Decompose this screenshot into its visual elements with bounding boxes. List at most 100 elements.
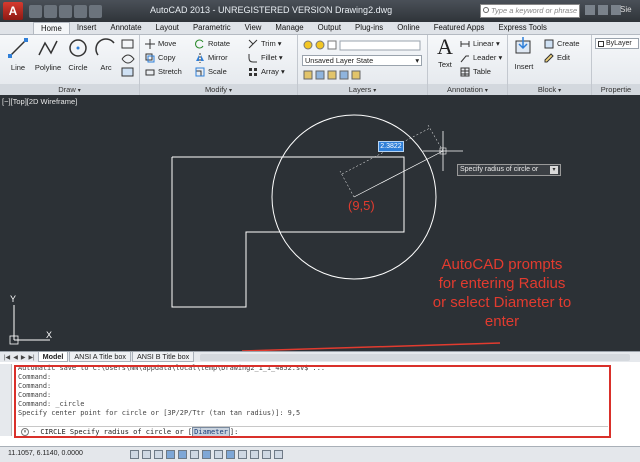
properties-panel-title[interactable]: Propertie [592, 84, 640, 95]
tab-view[interactable]: View [238, 22, 269, 34]
fillet-button[interactable]: Fillet ▾ [248, 52, 283, 64]
line-tool-button[interactable]: Line [4, 37, 32, 72]
quick-properties-icon[interactable] [262, 450, 271, 459]
cursor-coordinates[interactable]: 11.1057, 6.1140, 0.0000 [8, 450, 83, 457]
line-icon [8, 38, 28, 58]
tab-online[interactable]: Online [390, 22, 427, 34]
block-panel-title[interactable]: Block ▾ [508, 84, 591, 95]
new-file-icon[interactable] [29, 4, 42, 18]
tab-parametric[interactable]: Parametric [186, 22, 238, 34]
modify-panel-title[interactable]: Modify ▾ [140, 84, 297, 95]
history-line: Command: [18, 373, 52, 381]
move-button[interactable]: Move [145, 38, 176, 50]
insert-label: Insert [514, 62, 534, 71]
horizontal-scrollbar[interactable] [200, 354, 630, 361]
diameter-option[interactable]: Diameter [192, 427, 230, 437]
scale-button[interactable]: Scale [195, 66, 227, 78]
first-layout-icon[interactable]: |◀ [4, 354, 10, 361]
last-layout-icon[interactable]: ▶| [28, 354, 34, 361]
next-layout-icon[interactable]: ▶ [21, 354, 26, 361]
polyline-icon [38, 40, 58, 56]
circle-tool-button[interactable]: Circle [64, 37, 92, 72]
draw-extra-icons[interactable] [120, 39, 136, 77]
drafting-toggles [130, 450, 283, 459]
title-bar-tools [585, 5, 621, 15]
undo-icon[interactable] [74, 4, 87, 18]
dynamic-input-icon[interactable] [226, 450, 235, 459]
tab-layout[interactable]: Layout [149, 22, 186, 34]
table-button[interactable]: Table [460, 66, 491, 78]
layout-tab-model[interactable]: Model [37, 352, 69, 362]
transparency-icon[interactable] [250, 450, 259, 459]
rotate-button[interactable]: Rotate [195, 38, 230, 50]
drawing-viewport[interactable]: [−][Top][2D Wireframe] Y X 2.3822 Specif… [0, 95, 640, 351]
tab-manage[interactable]: Manage [268, 22, 310, 34]
snap-mode-icon[interactable] [130, 450, 139, 459]
command-input[interactable]: × - CIRCLE Specify radius of circle or [D… [18, 426, 608, 437]
grid-display-icon[interactable] [142, 450, 151, 459]
command-window-grip[interactable] [0, 364, 12, 436]
color-dropdown[interactable]: ByLayer [595, 38, 639, 49]
exchange-icon[interactable] [598, 5, 608, 15]
rotate-icon [195, 39, 204, 49]
circle-label: Circle [68, 63, 88, 72]
lineweight-icon[interactable] [238, 450, 247, 459]
tab-featured-apps[interactable]: Featured Apps [427, 22, 492, 34]
draw-panel-title[interactable]: Draw ▾ [0, 84, 139, 95]
tab-express-tools[interactable]: Express Tools [491, 22, 553, 34]
edit-block-button[interactable]: Edit [544, 52, 570, 64]
create-block-button[interactable]: Create [544, 38, 580, 50]
insert-block-button[interactable]: Insert [510, 36, 538, 71]
selection-cycling-icon[interactable] [274, 450, 283, 459]
annotation-panel-title[interactable]: Annotation ▾ [428, 84, 507, 95]
close-icon[interactable]: × [21, 428, 29, 436]
trim-button[interactable]: Trim ▾ [248, 38, 282, 50]
layer-state-dropdown[interactable]: Unsaved Layer State ▾ [302, 55, 422, 66]
stretch-button[interactable]: Stretch [145, 66, 182, 78]
command-history: Automatic save to C:\Users\NN\appdata\lo… [18, 364, 610, 426]
polyline-tool-button[interactable]: Polyline [34, 37, 62, 72]
history-line: Command: [18, 382, 52, 390]
open-file-icon[interactable] [44, 4, 57, 18]
polyline-label: Polyline [34, 63, 62, 72]
polar-tracking-icon[interactable] [166, 450, 175, 459]
dynamic-input-field[interactable]: 2.3822 [378, 141, 404, 152]
3d-object-snap-icon[interactable] [190, 450, 199, 459]
tab-annotate[interactable]: Annotate [103, 22, 148, 34]
layout-tab-ansi-b[interactable]: ANSI B Title box [131, 352, 195, 362]
command-prompt-text: - CIRCLE Specify radius of circle or [ [32, 428, 193, 436]
layer-tools-icons[interactable] [302, 69, 422, 81]
object-snap-tracking-icon[interactable] [202, 450, 211, 459]
leader-button[interactable]: Leader ▾ [460, 52, 502, 64]
viewport-controls[interactable]: [−][Top][2D Wireframe] [2, 97, 77, 106]
line-label: Line [10, 63, 26, 72]
ortho-mode-icon[interactable] [154, 450, 163, 459]
save-icon[interactable] [59, 4, 72, 18]
tooltip-dropdown-icon[interactable]: ▾ [550, 166, 558, 174]
history-line: Command: _circle [18, 400, 85, 408]
copy-button[interactable]: Copy [145, 52, 176, 64]
search-icon [483, 7, 489, 13]
arc-tool-button[interactable]: Arc [92, 37, 120, 72]
layer-toolbar-icons[interactable] [302, 38, 422, 52]
redo-icon[interactable] [89, 4, 102, 18]
tab-plug-ins[interactable]: Plug-ins [348, 22, 390, 34]
array-button[interactable]: Array ▾ [248, 66, 285, 78]
text-tool-button[interactable]: A Text [431, 36, 459, 70]
user-sign-in[interactable]: Sie [620, 5, 632, 14]
tab-output[interactable]: Output [311, 22, 348, 34]
application-menu-button[interactable]: A [3, 2, 23, 20]
dynamic-ucs-icon[interactable] [214, 450, 223, 459]
tab-home[interactable]: Home [33, 22, 70, 34]
search-input[interactable]: Type a keyword or phrase [480, 4, 580, 18]
object-snap-icon[interactable] [178, 450, 187, 459]
mirror-button[interactable]: Mirror [195, 52, 228, 64]
tab-insert[interactable]: Insert [70, 22, 104, 34]
prev-layout-icon[interactable]: ◀ [13, 354, 18, 361]
binoculars-icon[interactable] [585, 5, 595, 15]
linear-dim-button[interactable]: Linear ▾ [460, 38, 500, 50]
color-swatch-icon [598, 41, 604, 47]
leader-icon [460, 55, 469, 63]
layers-panel-title[interactable]: Layers ▾ [298, 84, 427, 95]
layout-tab-ansi-a[interactable]: ANSI A Title box [69, 352, 131, 362]
